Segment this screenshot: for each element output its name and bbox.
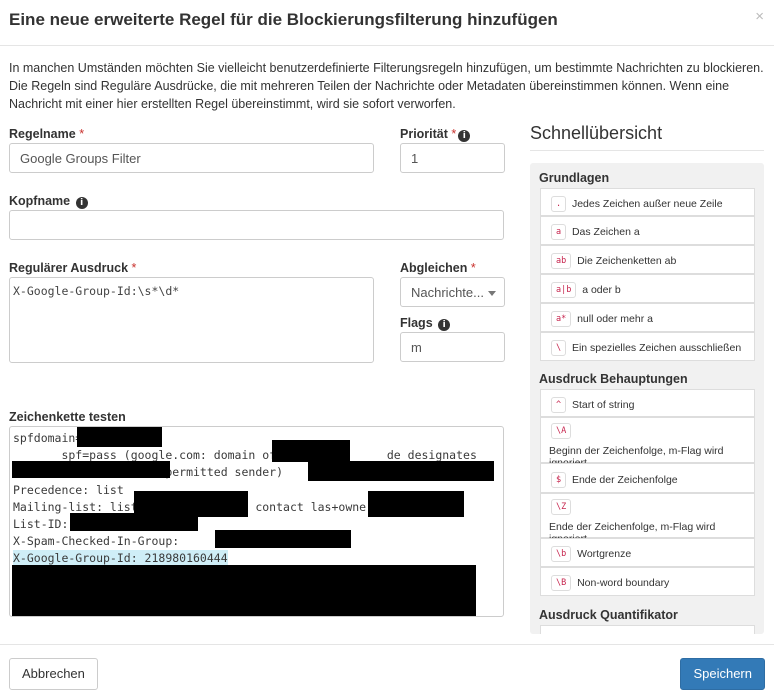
redaction-block <box>12 565 476 616</box>
header-name-label: Kopfname i <box>9 194 88 209</box>
redaction-block <box>77 427 162 447</box>
reference-item: . Jedes Zeichen außer neue Zeile <box>540 188 755 216</box>
info-icon: i <box>75 197 88 209</box>
regex-label: Regulärer Ausdruck * <box>9 261 137 275</box>
header-name-input[interactable] <box>9 210 504 240</box>
reference-item: a|b a oder b <box>540 274 755 303</box>
regex-textarea[interactable]: X-Google-Group-Id:\s*\d* <box>9 277 374 363</box>
cancel-button[interactable]: Abbrechen <box>9 658 98 690</box>
reference-item: ab Die Zeichenketten ab <box>540 245 755 274</box>
priority-input[interactable]: 1 <box>400 143 505 173</box>
test-line: List-ID: <box>13 517 69 531</box>
reference-item: a Das Zeichen a <box>540 216 755 245</box>
info-icon: i <box>438 319 451 331</box>
chevron-down-icon <box>488 291 496 296</box>
redaction-block <box>215 530 351 548</box>
test-line: Precedence: list <box>13 483 124 497</box>
modal-header: Eine neue erweiterte Regel für die Block… <box>0 0 774 46</box>
redaction-block <box>368 491 464 517</box>
redaction-block <box>308 461 494 481</box>
modal-footer: Abbrechen Speichern <box>0 644 774 697</box>
reference-item: $ Ende der Zeichenfolge <box>540 463 755 493</box>
test-string-label: Zeichenkette testen <box>9 410 126 424</box>
reference-item: a* null oder mehr a <box>540 303 755 332</box>
flags-input[interactable]: m <box>400 332 505 362</box>
reference-item <box>540 625 755 634</box>
match-select[interactable]: Nachrichte... <box>400 277 505 307</box>
reference-item: ^ Start of string <box>540 389 755 417</box>
test-line-match-highlight: X-Google-Group-Id: 218980160444 <box>13 550 228 566</box>
info-icon: i <box>458 130 471 142</box>
redaction-block <box>272 440 350 462</box>
redaction-block <box>70 513 198 531</box>
rule-name-label: Regelname * <box>9 127 85 141</box>
section-title-assertions: Ausdruck Behauptungen <box>539 372 688 386</box>
reference-item: \ABeginn der Zeichenfolge, m-Flag wird i… <box>540 417 755 469</box>
dialog-title: Eine neue erweiterte Regel für die Block… <box>9 10 558 29</box>
section-title-basics: Grundlagen <box>539 171 610 185</box>
reference-item: \B Non-word boundary <box>540 567 755 596</box>
section-title-quantifiers: Ausdruck Quantifikator <box>539 608 678 622</box>
priority-label: Priorität * i <box>400 127 471 142</box>
reference-item: \ZEnde der Zeichenfolge, m-Flag wird ign… <box>540 493 755 545</box>
redaction-block <box>12 461 170 478</box>
test-line: X-Spam-Checked-In-Group: <box>13 534 180 548</box>
match-label: Abgleichen * <box>400 261 476 275</box>
quick-reference-panel[interactable]: Grundlagen . Jedes Zeichen außer neue Ze… <box>530 163 764 634</box>
test-line: spfdomain= <box>13 431 83 445</box>
flags-label: Flags i <box>400 316 451 331</box>
rule-name-input[interactable]: Google Groups Filter <box>9 143 374 173</box>
test-string-textarea[interactable]: spfdomain= spf=pass (google.com: domain … <box>9 426 504 617</box>
intro-text: In manchen Umständen möchten Sie viellei… <box>9 61 764 111</box>
quick-reference-title: Schnellübersicht <box>530 123 663 143</box>
close-icon[interactable]: × <box>755 8 764 25</box>
divider <box>530 150 764 151</box>
reference-item: \b Wortgrenze <box>540 538 755 567</box>
reference-item: \ Ein spezielles Zeichen ausschließen <box>540 332 755 361</box>
save-button[interactable]: Speichern <box>680 658 765 690</box>
